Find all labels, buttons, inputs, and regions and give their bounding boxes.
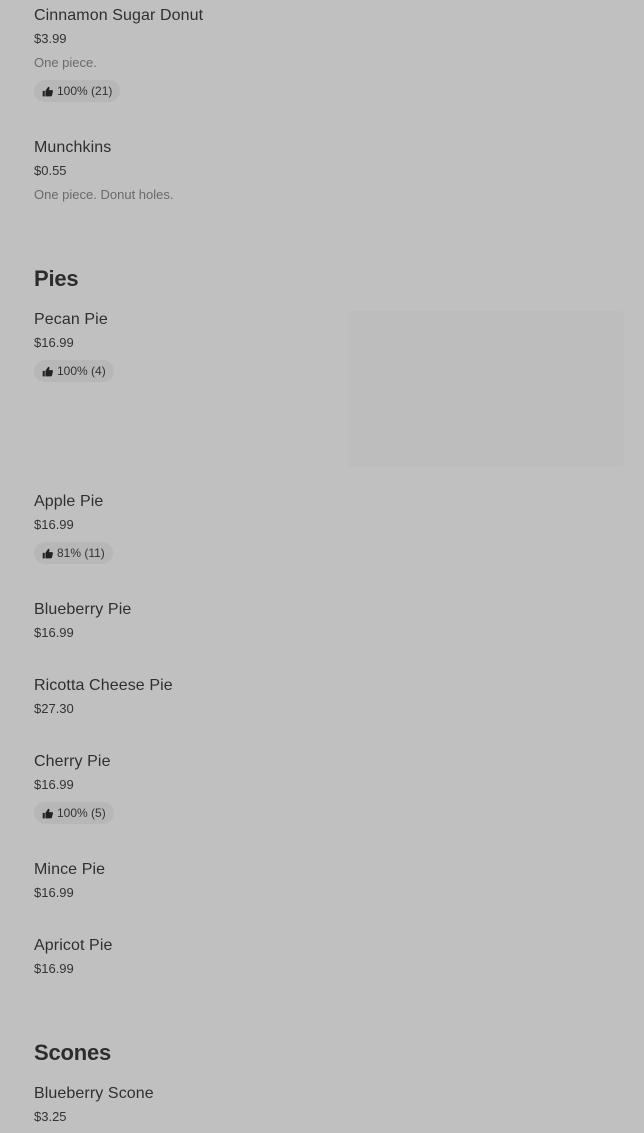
menu-item-blueberry-scone[interactable]: Blueberry Scone $3.25 xyxy=(34,1084,334,1125)
rating-badge: 81% (11) xyxy=(34,542,113,564)
item-price: $16.99 xyxy=(34,517,74,532)
rating-text: 100% (5) xyxy=(57,806,106,820)
rating-text: 100% (21) xyxy=(57,84,113,98)
item-name: Blueberry Scone xyxy=(34,1085,154,1102)
item-price: $16.99 xyxy=(34,961,74,976)
item-price: $3.99 xyxy=(34,31,67,46)
menu-item-cherry-pie[interactable]: Cherry Pie $16.99 100% (5) xyxy=(34,752,334,824)
menu-item-mince-pie[interactable]: Mince Pie $16.99 xyxy=(34,860,334,901)
item-price: $3.25 xyxy=(34,1109,67,1124)
thumbs-up-icon xyxy=(42,548,53,558)
item-name: Mince Pie xyxy=(34,861,106,878)
item-name: Munchkins xyxy=(34,139,112,156)
thumbs-up-icon xyxy=(42,808,53,818)
menu-item-blueberry-pie[interactable]: Blueberry Pie $16.99 xyxy=(34,600,334,641)
menu-item-ricotta-cheese-pie[interactable]: Ricotta Cheese Pie $27.30 xyxy=(34,676,334,717)
section-title-scones: Scones xyxy=(34,1040,112,1065)
rating-text: 100% (4) xyxy=(57,364,106,378)
rating-badge: 100% (4) xyxy=(34,360,114,382)
rating-badge: 100% (5) xyxy=(34,802,114,824)
item-name: Blueberry Pie xyxy=(34,601,132,618)
rating-text: 81% (11) xyxy=(57,546,105,560)
thumbs-up-icon xyxy=(42,366,53,376)
item-price: $0.55 xyxy=(34,163,67,178)
rating-badge: 100% (21) xyxy=(34,80,121,102)
menu-item-apricot-pie[interactable]: Apricot Pie $16.99 xyxy=(34,936,334,977)
item-name: Cherry Pie xyxy=(34,753,111,770)
pecan-pie-image[interactable] xyxy=(348,311,624,467)
item-price: $16.99 xyxy=(34,625,74,640)
menu-item-munchkins[interactable]: Munchkins $0.55 One piece. Donut holes. xyxy=(34,138,334,203)
item-description: One piece. xyxy=(34,55,97,70)
menu-item-apple-pie[interactable]: Apple Pie $16.99 81% (11) xyxy=(34,492,334,564)
item-price: $16.99 xyxy=(34,777,74,792)
item-name: Ricotta Cheese Pie xyxy=(34,677,173,694)
menu-item-pecan-pie[interactable]: Pecan Pie $16.99 100% (4) xyxy=(34,310,334,382)
item-price: $27.30 xyxy=(34,701,74,716)
item-price: $16.99 xyxy=(34,885,74,900)
thumbs-up-icon xyxy=(42,86,53,96)
item-name: Apricot Pie xyxy=(34,937,113,954)
item-description: One piece. Donut holes. xyxy=(34,187,174,202)
section-title-pies: Pies xyxy=(34,266,79,291)
menu-item-cinnamon-sugar-donut[interactable]: Cinnamon Sugar Donut $3.99 One piece. 10… xyxy=(34,6,334,102)
item-name: Apple Pie xyxy=(34,493,104,510)
menu-page: Cinnamon Sugar Donut $3.99 One piece. 10… xyxy=(0,0,644,1133)
item-name: Pecan Pie xyxy=(34,311,108,328)
item-price: $16.99 xyxy=(34,335,74,350)
item-name: Cinnamon Sugar Donut xyxy=(34,7,204,24)
